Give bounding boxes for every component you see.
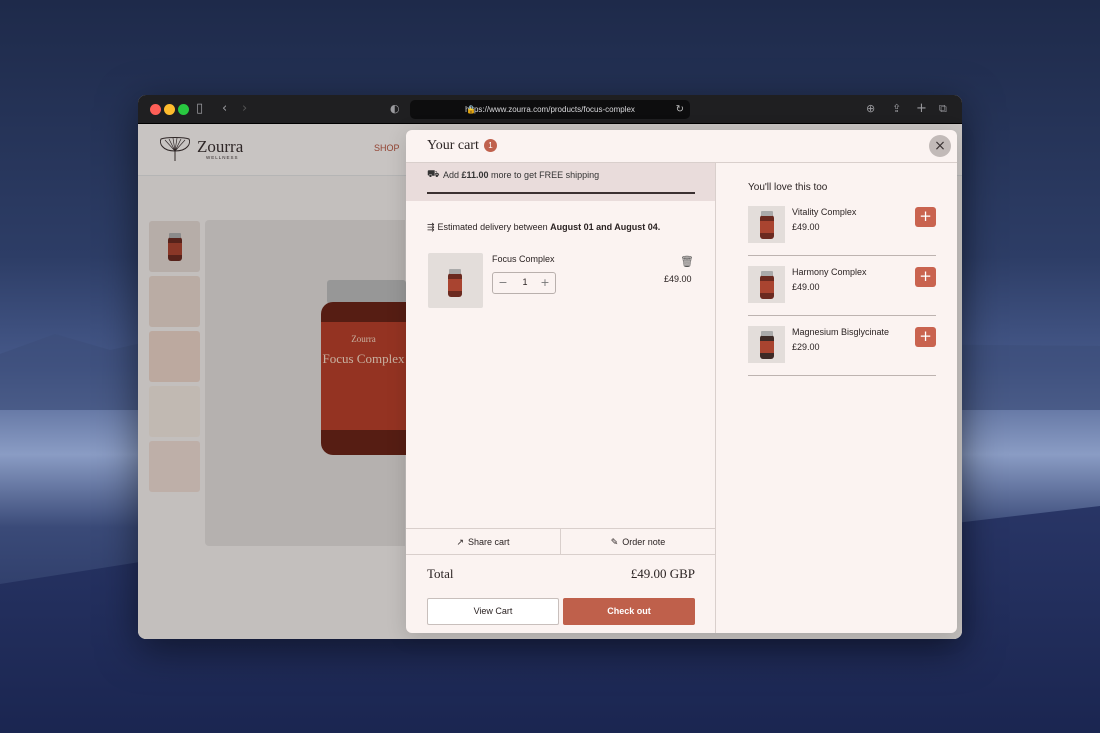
add-to-cart-button[interactable]: + (915, 207, 936, 227)
free-shipping-bar: ⛟ Add £11.00 more to get FREE shipping (406, 163, 715, 201)
cart-item-jar (448, 269, 462, 297)
recommendations-title: You'll love this too (748, 182, 828, 193)
recommendation-image[interactable] (748, 206, 785, 243)
recommendation-name[interactable]: Harmony Complex (792, 267, 867, 277)
view-cart-button[interactable]: View Cart (427, 598, 559, 625)
url-text: https://www.zourra.com/products/focus-co… (465, 105, 635, 114)
cart-item-name[interactable]: Focus Complex (492, 254, 555, 264)
reload-icon[interactable]: ↻ (676, 100, 684, 119)
cart-item-image[interactable] (428, 253, 483, 308)
minimize-window-button[interactable] (164, 104, 175, 115)
cart-item-price: £49.00 (664, 274, 692, 284)
total-label: Total (427, 566, 454, 581)
share-icon[interactable]: ⇪ (892, 101, 901, 117)
total-value: £49.00 GBP (630, 566, 695, 581)
cart-main-column: ⛟ Add £11.00 more to get FREE shipping ⇶… (406, 163, 716, 633)
recommendation-item: Harmony Complex £49.00 + (748, 266, 936, 316)
delivery-range: August 01 and August 04. (550, 222, 661, 232)
delivery-icon: ⇶ (427, 223, 435, 233)
download-icon[interactable]: ⊕ (866, 101, 875, 117)
recommendation-jar (760, 331, 774, 359)
cart-drawer: Your cart 1 × ⛟ Add £11.00 more to get F… (406, 130, 957, 633)
chevron-left-icon[interactable]: ‹ (222, 101, 227, 117)
plus-icon[interactable]: + (537, 276, 553, 290)
recommendation-name[interactable]: Vitality Complex (792, 207, 856, 217)
order-note-button[interactable]: ✎ Order note (561, 529, 715, 555)
cart-count-badge: 1 (484, 139, 497, 152)
recommendation-image[interactable] (748, 326, 785, 363)
recommendation-price: £29.00 (792, 342, 820, 352)
share-arrow-icon: ↗ (456, 538, 464, 548)
truck-icon: ⛟ (427, 169, 440, 180)
checkout-button[interactable]: Check out (563, 598, 695, 625)
close-window-button[interactable] (150, 104, 161, 115)
address-bar[interactable]: 🔒 https://www.zourra.com/products/focus-… (410, 100, 690, 119)
recommendation-jar (760, 211, 774, 239)
cart-header: Your cart 1 × (406, 130, 957, 163)
trash-icon[interactable]: 🗑 (680, 255, 694, 268)
chevron-right-icon[interactable]: › (242, 101, 247, 117)
shipping-progress (427, 192, 695, 194)
recommendation-image[interactable] (748, 266, 785, 303)
sidebar-icon[interactable]: ▯ (196, 101, 203, 117)
recommendation-name[interactable]: Magnesium Bisglycinate (792, 327, 889, 337)
add-to-cart-button[interactable]: + (915, 267, 936, 287)
minus-icon[interactable]: − (495, 276, 511, 290)
plus-icon[interactable]: + (916, 101, 927, 117)
tabs-overview-icon[interactable]: ⧉ (939, 101, 947, 117)
quantity-stepper[interactable]: − 1 + (492, 272, 556, 294)
recommendation-price: £49.00 (792, 282, 820, 292)
shipping-amount: £11.00 (461, 170, 489, 180)
share-cart-label: Share cart (468, 537, 510, 547)
order-note-label: Order note (622, 537, 666, 547)
recommendation-item: Magnesium Bisglycinate £29.00 + (748, 326, 936, 376)
lock-icon: 🔒 (466, 105, 476, 114)
cart-title: Your cart (427, 138, 479, 153)
cart-actions: ↗ Share cart ✎ Order note (406, 528, 715, 555)
recommendation-price: £49.00 (792, 222, 820, 232)
recommendation-item: Vitality Complex £49.00 + (748, 206, 936, 256)
quantity-value[interactable]: 1 (517, 277, 533, 287)
shield-icon[interactable]: ◐ (390, 101, 400, 117)
zoom-window-button[interactable] (178, 104, 189, 115)
browser-toolbar: ▯ ‹ › ◐ 🔒 https://www.zourra.com/product… (138, 95, 962, 124)
add-to-cart-button[interactable]: + (915, 327, 936, 347)
free-shipping-message: Add £11.00 more to get FREE shipping (443, 170, 600, 180)
delivery-estimate: ⇶ Estimated delivery between August 01 an… (427, 222, 661, 233)
recommendations-panel: You'll love this too Vitality Complex £4… (716, 163, 957, 633)
recommendation-jar (760, 271, 774, 299)
share-cart-button[interactable]: ↗ Share cart (406, 529, 560, 555)
note-icon: ✎ (610, 538, 619, 548)
close-icon[interactable]: × (929, 135, 951, 157)
